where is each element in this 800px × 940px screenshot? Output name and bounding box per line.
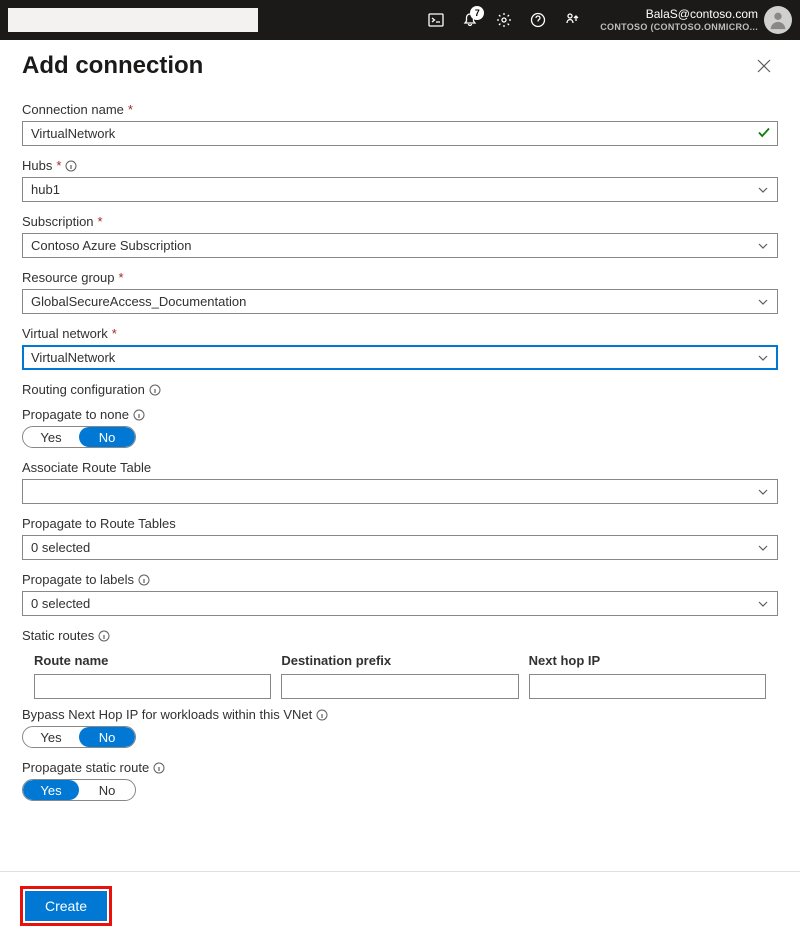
col-route-name: Route name <box>34 653 271 674</box>
chevron-down-icon <box>757 184 769 196</box>
footer: Create <box>0 871 800 940</box>
dest-prefix-input[interactable] <box>281 674 518 699</box>
help-icon[interactable] <box>522 4 554 36</box>
chevron-down-icon <box>757 542 769 554</box>
resource-group-label: Resource group <box>22 270 115 285</box>
close-icon[interactable] <box>750 52 778 80</box>
account-info[interactable]: BalaS@contoso.com CONTOSO (CONTOSO.ONMIC… <box>600 7 758 32</box>
resource-group-select[interactable]: GlobalSecureAccess_Documentation <box>22 289 778 314</box>
col-dest-prefix: Destination prefix <box>281 653 518 674</box>
toggle-yes[interactable]: Yes <box>23 780 79 800</box>
assoc-route-table-select[interactable] <box>22 479 778 504</box>
virtual-network-label: Virtual network <box>22 326 108 341</box>
routing-config-label: Routing configuration <box>22 382 145 397</box>
notification-badge: 7 <box>470 6 484 20</box>
route-name-input[interactable] <box>34 674 271 699</box>
top-header: 7 BalaS@contoso.com CONTOSO (CONTOSO.ONM… <box>0 0 800 40</box>
static-routes-label: Static routes <box>22 628 94 643</box>
tenant-name: CONTOSO (CONTOSO.ONMICRO... <box>600 22 758 33</box>
cloudshell-icon[interactable] <box>420 4 452 36</box>
propagate-route-tables-select[interactable]: 0 selected <box>22 535 778 560</box>
bypass-label: Bypass Next Hop IP for workloads within … <box>22 707 312 722</box>
next-hop-input[interactable] <box>529 674 766 699</box>
toggle-no[interactable]: No <box>79 727 135 747</box>
static-routes-row <box>22 674 778 707</box>
search-area[interactable] <box>8 8 258 32</box>
feedback-icon[interactable] <box>556 4 588 36</box>
subscription-select[interactable]: Contoso Azure Subscription <box>22 233 778 258</box>
chevron-down-icon <box>757 598 769 610</box>
add-connection-pane: Add connection Connection name* VirtualN… <box>0 40 800 801</box>
propagate-route-tables-label: Propagate to Route Tables <box>22 516 176 531</box>
gear-icon[interactable] <box>488 4 520 36</box>
info-icon[interactable] <box>149 384 161 396</box>
info-icon[interactable] <box>153 762 165 774</box>
user-email: BalaS@contoso.com <box>646 7 758 21</box>
check-icon <box>757 125 771 142</box>
notifications-icon[interactable]: 7 <box>454 4 486 36</box>
propagate-none-label: Propagate to none <box>22 407 129 422</box>
info-icon[interactable] <box>133 409 145 421</box>
page-title: Add connection <box>22 52 203 80</box>
info-icon[interactable] <box>316 709 328 721</box>
propagate-none-toggle[interactable]: Yes No <box>22 426 136 448</box>
info-icon[interactable] <box>138 574 150 586</box>
connection-name-label: Connection name <box>22 102 124 117</box>
toggle-no[interactable]: No <box>79 780 135 800</box>
avatar[interactable] <box>764 6 792 34</box>
static-routes-header: Route name Destination prefix Next hop I… <box>22 653 778 674</box>
assoc-route-table-label: Associate Route Table <box>22 460 151 475</box>
propagate-labels-label: Propagate to labels <box>22 572 134 587</box>
chevron-down-icon <box>757 296 769 308</box>
toggle-yes[interactable]: Yes <box>23 427 79 447</box>
propagate-static-toggle[interactable]: Yes No <box>22 779 136 801</box>
create-button[interactable]: Create <box>25 891 107 921</box>
toggle-yes[interactable]: Yes <box>23 727 79 747</box>
chevron-down-icon <box>757 486 769 498</box>
chevron-down-icon <box>757 240 769 252</box>
create-highlight: Create <box>20 886 112 926</box>
chevron-down-icon <box>757 352 769 364</box>
bypass-toggle[interactable]: Yes No <box>22 726 136 748</box>
info-icon[interactable] <box>65 160 77 172</box>
propagate-labels-select[interactable]: 0 selected <box>22 591 778 616</box>
virtual-network-select[interactable]: VirtualNetwork <box>22 345 778 370</box>
toggle-no[interactable]: No <box>79 427 135 447</box>
col-next-hop: Next hop IP <box>529 653 766 674</box>
hubs-label: Hubs <box>22 158 52 173</box>
subscription-label: Subscription <box>22 214 94 229</box>
connection-name-input[interactable]: VirtualNetwork <box>22 121 778 146</box>
hubs-select[interactable]: hub1 <box>22 177 778 202</box>
info-icon[interactable] <box>98 630 110 642</box>
propagate-static-label: Propagate static route <box>22 760 149 775</box>
